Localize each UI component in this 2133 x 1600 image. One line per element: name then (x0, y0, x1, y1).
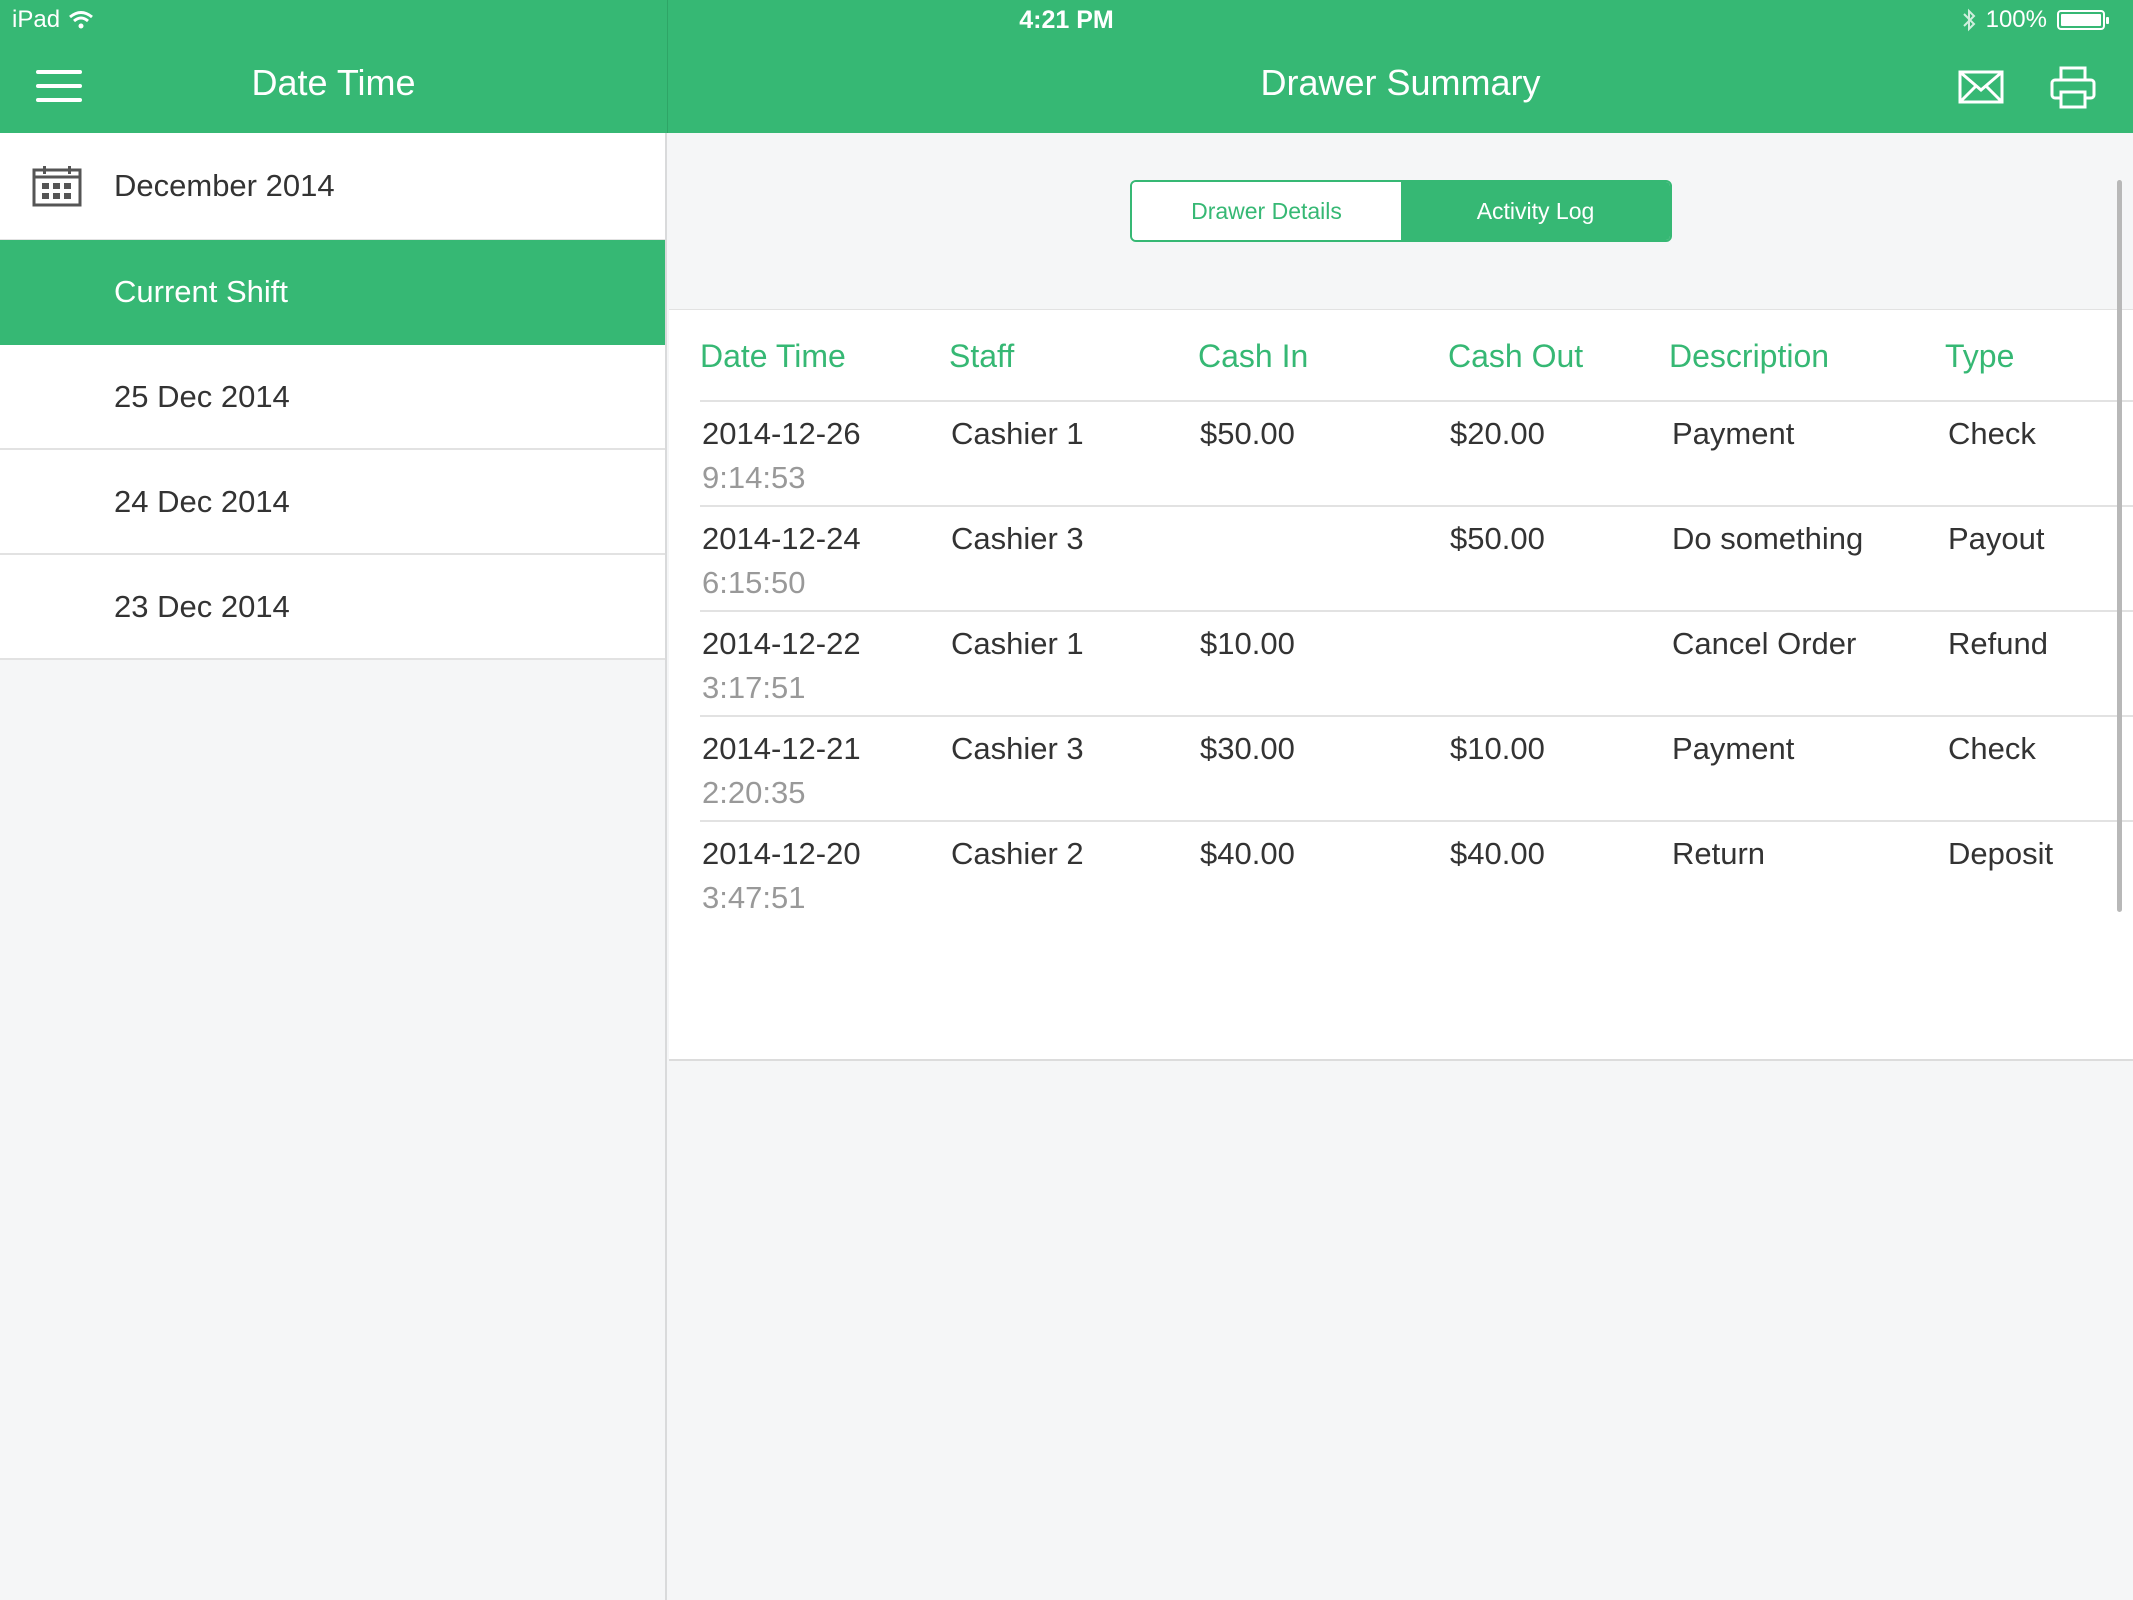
cell-type: Refund (1948, 626, 2048, 661)
sidebar-item-current-shift[interactable]: Current Shift (0, 240, 665, 345)
cell-type: Check (1948, 731, 2036, 766)
cell-date-time: 2014-12-24 6:15:50 (702, 521, 861, 600)
battery-percent: 100% (1985, 6, 2047, 33)
tab-drawer-details[interactable]: Drawer Details (1132, 182, 1401, 240)
cell-date-time: 2014-12-20 3:47:51 (702, 836, 861, 915)
cell-description: Return (1672, 836, 1766, 871)
table-row[interactable]: 2014-12-21 2:20:35 Cashier 3 $30.00 $10.0… (700, 717, 2133, 822)
column-header-type: Type (1945, 338, 2015, 374)
cell-description: Do something (1672, 521, 1864, 556)
page-title: Drawer Summary (1260, 62, 1541, 103)
cell-type: Payout (1948, 521, 2045, 556)
cell-date-time: 2014-12-26 9:14:53 (702, 416, 861, 495)
cell-cash-out: $20.00 (1450, 416, 1545, 451)
sidebar-item-label: 23 Dec 2014 (114, 588, 290, 624)
view-segmented-control: Drawer Details Activity Log (1130, 180, 1672, 242)
sidebar-item-25-dec[interactable]: 25 Dec 2014 (0, 345, 665, 450)
cell-type: Check (1948, 416, 2036, 451)
printer-icon (2050, 66, 2096, 109)
sidebar-item-23-dec[interactable]: 23 Dec 2014 (0, 555, 665, 660)
sidebar-item-label: Current Shift (114, 273, 289, 309)
cell-staff: Cashier 1 (951, 416, 1084, 451)
cell-cash-out: $50.00 (1450, 521, 1545, 556)
cell-cash-out: $10.00 (1450, 731, 1545, 766)
cell-date-time: 2014-12-22 3:17:51 (702, 626, 861, 705)
mail-icon (1958, 70, 2004, 104)
status-time: 4:21 PM (1019, 6, 1114, 34)
column-header-cash-out: Cash Out (1448, 338, 1584, 374)
cell-staff: Cashier 1 (951, 626, 1084, 661)
cell-cash-in: $50.00 (1200, 416, 1295, 451)
cell-cash-in: $40.00 (1200, 836, 1295, 871)
table-row[interactable]: 2014-12-22 3:17:51 Cashier 1 $10.00 Cance… (700, 612, 2133, 717)
cell-date-time: 2014-12-21 2:20:35 (702, 731, 861, 810)
sidebar-title: Date Time (251, 62, 416, 103)
cell-staff: Cashier 2 (951, 836, 1084, 871)
table-row[interactable]: 2014-12-24 6:15:50 Cashier 3 $50.00 Do so… (700, 507, 2133, 612)
calendar-icon (32, 166, 82, 207)
cell-staff: Cashier 3 (951, 521, 1084, 556)
table-row[interactable]: 2014-12-26 9:14:53 Cashier 1 $50.00 $20.0… (700, 402, 2133, 507)
tab-activity-log[interactable]: Activity Log (1401, 182, 1670, 240)
cell-type: Deposit (1948, 836, 2054, 871)
main-content: Drawer Details Activity Log Date Time St… (669, 133, 2133, 1600)
cell-description: Payment (1672, 416, 1795, 451)
column-header-date-time: Date Time (700, 338, 846, 374)
bluetooth-icon (1962, 8, 1976, 32)
print-button[interactable] (2050, 66, 2096, 110)
cell-description: Cancel Order (1672, 626, 1857, 661)
status-bar-right: 100% (1962, 6, 2109, 34)
sidebar: December 2014 Current Shift 25 Dec 2014 … (0, 133, 667, 1600)
sidebar-item-label: 24 Dec 2014 (114, 483, 290, 519)
column-header-cash-in: Cash In (1198, 338, 1309, 374)
column-header-staff: Staff (949, 338, 1015, 374)
vertical-scrollbar[interactable] (2117, 180, 2122, 912)
activity-log-table: Date Time Staff Cash In Cash Out Descrip… (669, 309, 2133, 1061)
cell-cash-in: $10.00 (1200, 626, 1295, 661)
column-header-description: Description (1669, 338, 1830, 374)
cell-cash-in: $30.00 (1200, 731, 1295, 766)
sidebar-item-24-dec[interactable]: 24 Dec 2014 (0, 450, 665, 555)
month-label: December 2014 (114, 168, 335, 203)
month-selector[interactable]: December 2014 (0, 133, 665, 240)
email-button[interactable] (1958, 70, 2004, 106)
sidebar-item-label: 25 Dec 2014 (114, 378, 290, 414)
table-row[interactable]: 2014-12-20 3:47:51 Cashier 2 $40.00 $40.0… (700, 822, 2133, 927)
battery-icon (2057, 10, 2109, 30)
cell-cash-out: $40.00 (1450, 836, 1545, 871)
top-bar: iPad 4:21 PM 100% Date Time Drawer Summa… (0, 0, 2133, 133)
cell-description: Payment (1672, 731, 1795, 766)
cell-staff: Cashier 3 (951, 731, 1084, 766)
